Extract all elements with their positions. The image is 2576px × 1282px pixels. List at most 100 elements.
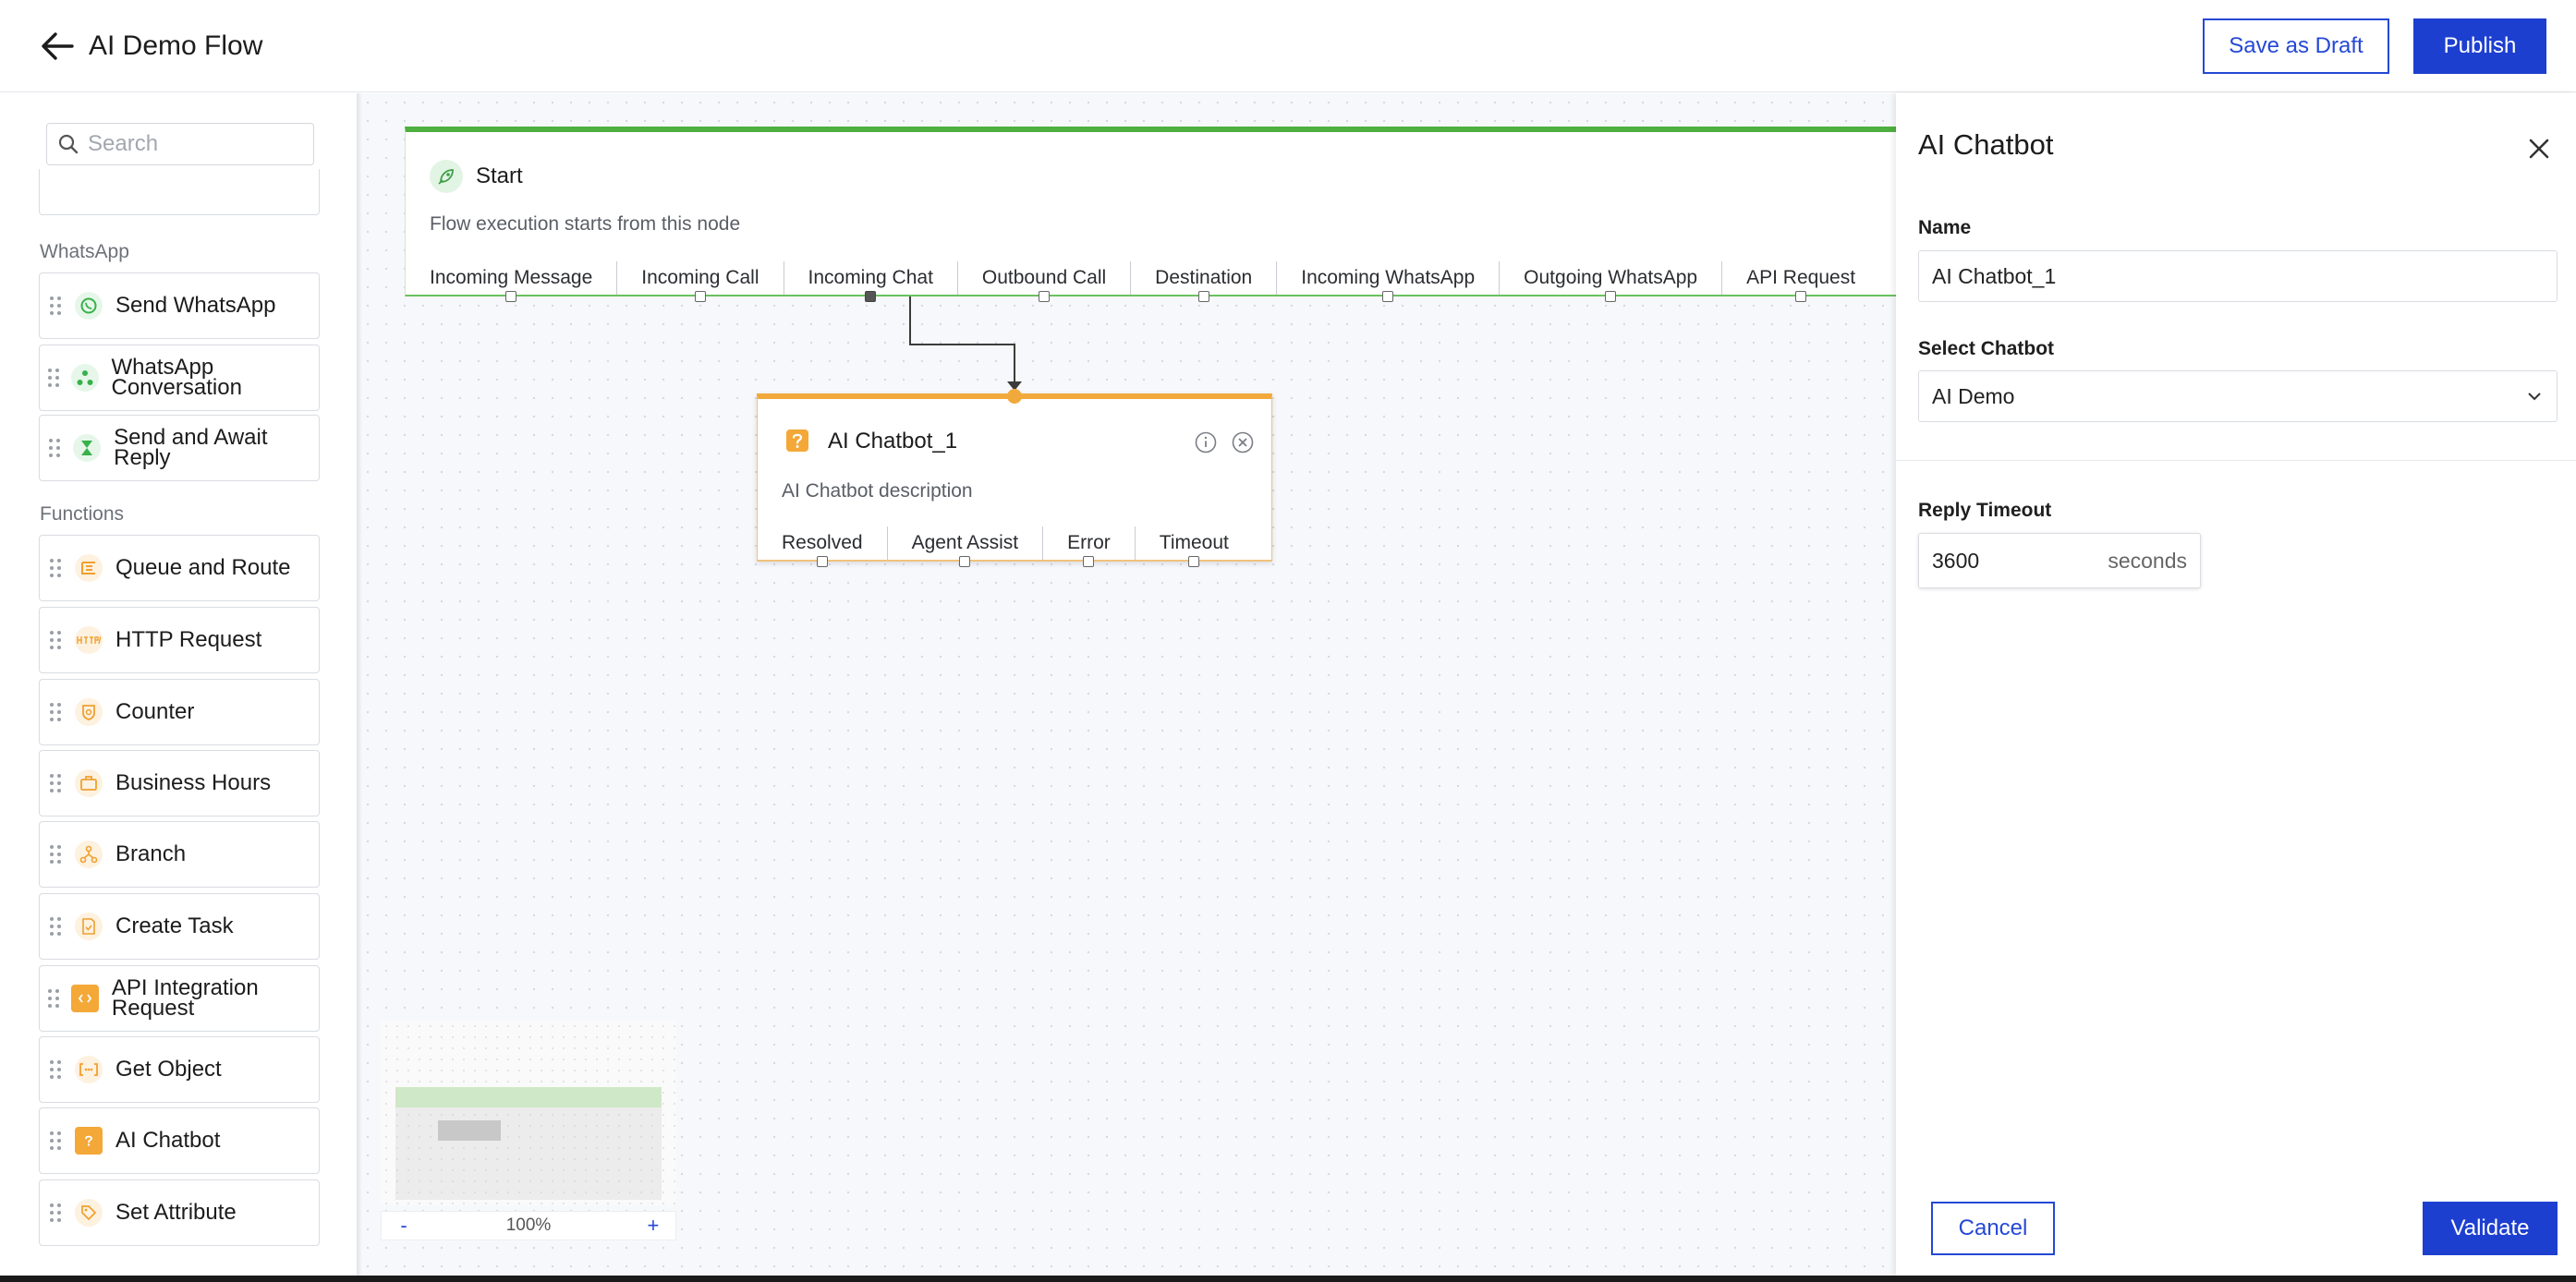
zoom-level: 100% (505, 1215, 552, 1235)
drag-handle-icon[interactable] (40, 916, 71, 937)
remove-node-icon[interactable] (1231, 430, 1255, 454)
drag-handle-icon[interactable] (40, 773, 71, 793)
palette-item-api-integration-request[interactable]: API Integration Request (39, 965, 320, 1032)
app-header: AI Demo Flow Save as Draft Publish (0, 0, 2576, 92)
search-input[interactable] (88, 131, 300, 157)
window-bottom-edge (0, 1276, 2576, 1282)
output-port[interactable] (1605, 291, 1617, 302)
output-port[interactable] (1083, 556, 1095, 567)
palette-item-label: Branch (115, 841, 187, 866)
output-port[interactable] (1382, 291, 1394, 302)
input-port[interactable] (1005, 387, 1024, 405)
name-input[interactable] (1918, 250, 2558, 302)
minimap-viewport[interactable] (395, 1107, 662, 1200)
hourglass-icon (73, 434, 102, 462)
drag-handle-icon[interactable] (40, 368, 67, 388)
output-port[interactable] (1188, 556, 1200, 567)
output-outbound-call: Outbound Call (958, 261, 1132, 302)
section-divider (1896, 460, 2576, 461)
palette-item-whatsapp-conversation[interactable]: WhatsApp Conversation (39, 345, 320, 411)
palette-item-send-and-await-reply[interactable]: Send and Await Reply (39, 415, 320, 481)
publish-button[interactable]: Publish (2413, 18, 2546, 74)
output-port[interactable] (1197, 291, 1209, 302)
output-port[interactable] (865, 291, 877, 302)
cancel-button[interactable]: Cancel (1931, 1202, 2055, 1255)
minimap[interactable] (381, 1021, 676, 1205)
output-label: Resolved (782, 532, 863, 553)
reply-timeout-input[interactable] (1919, 548, 2085, 574)
palette-item-label: Send WhatsApp (115, 293, 276, 318)
queue-icon (75, 554, 103, 582)
palette-item-queue-and-route[interactable]: Queue and Route (39, 535, 320, 601)
palette-item-label: Create Task (115, 913, 234, 938)
drag-handle-icon[interactable] (40, 1131, 71, 1151)
chevron-down-icon (2528, 393, 2541, 401)
name-label: Name (1918, 217, 1972, 238)
ai-node-description: AI Chatbot description (782, 480, 973, 502)
briefcase-icon (75, 769, 103, 797)
output-label: Timeout (1159, 532, 1229, 553)
reply-timeout-label: Reply Timeout (1918, 500, 2052, 521)
output-port[interactable] (816, 556, 828, 567)
palette-item-business-hours[interactable]: Business Hours (39, 750, 320, 816)
palette-item-label: WhatsApp Conversation (111, 355, 242, 400)
palette-item-get-object[interactable]: Get Object (39, 1036, 320, 1103)
drag-handle-icon[interactable] (40, 438, 69, 458)
counter-icon (75, 698, 103, 726)
zoom-in-button[interactable]: + (644, 1214, 662, 1238)
ai-node-title: AI Chatbot_1 (828, 429, 958, 454)
minimap-start-node (395, 1087, 662, 1107)
whatsapp-icon (75, 292, 103, 320)
palette-item-http-request[interactable]: HTTP Request (39, 607, 320, 673)
output-port[interactable] (1795, 291, 1807, 302)
output-label: Outbound Call (981, 267, 1107, 288)
output-label: Incoming Message (430, 267, 593, 288)
start-node-outputs: Incoming Message Incoming Call Incoming … (406, 261, 1879, 302)
select-chatbot-dropdown[interactable]: AI Demo (1918, 370, 2558, 422)
output-incoming-message: Incoming Message (406, 261, 618, 302)
panel-title: AI Chatbot (1918, 128, 2054, 161)
partially-scrolled-item[interactable] (39, 169, 320, 215)
palette-item-label: API Integration Request (111, 975, 259, 1021)
output-destination: Destination (1131, 261, 1278, 302)
palette-item-branch[interactable]: Branch (39, 821, 320, 888)
info-icon[interactable] (1194, 430, 1218, 454)
output-resolved: Resolved (758, 526, 888, 567)
zoom-out-button[interactable]: - (395, 1214, 413, 1238)
drag-handle-icon[interactable] (40, 1203, 71, 1223)
start-node[interactable]: Start Flow execution starts from this no… (405, 127, 1896, 302)
output-label: Agent Assist (911, 532, 1019, 553)
output-port[interactable] (959, 556, 971, 567)
output-label: Incoming Call (641, 267, 759, 288)
output-port[interactable] (1039, 291, 1051, 302)
palette-item-send-whatsapp[interactable]: Send WhatsApp (39, 272, 320, 339)
validate-button[interactable]: Validate (2423, 1202, 2558, 1255)
drag-handle-icon[interactable] (40, 844, 71, 865)
palette-item-label: HTTP Request (115, 627, 262, 652)
palette-item-label: Set Attribute (115, 1200, 237, 1225)
back-arrow-icon[interactable] (37, 26, 78, 67)
output-label: Error (1067, 532, 1111, 553)
palette-item-counter[interactable]: Counter (39, 679, 320, 745)
output-port[interactable] (505, 291, 517, 302)
drag-handle-icon[interactable] (40, 296, 71, 316)
drag-handle-icon[interactable] (40, 702, 71, 722)
ai-chatbot-node[interactable]: AI Chatbot_1 AI Chatbot description Reso… (757, 393, 1272, 567)
flow-canvas[interactable]: Start Flow execution starts from this no… (358, 93, 1896, 1276)
palette-item-label: Send and Await Reply (114, 425, 268, 470)
palette-item-create-task[interactable]: Create Task (39, 893, 320, 960)
save-as-draft-button[interactable]: Save as Draft (2203, 18, 2389, 74)
drag-handle-icon[interactable] (40, 630, 71, 650)
drag-handle-icon[interactable] (40, 558, 71, 578)
drag-handle-icon[interactable] (40, 1059, 71, 1080)
section-label-whatsapp: WhatsApp (40, 241, 129, 262)
output-port[interactable] (694, 291, 706, 302)
sidebar-divider (357, 93, 362, 1276)
start-node-title: Start (476, 163, 523, 188)
palette-item-set-attribute[interactable]: Set Attribute (39, 1179, 320, 1246)
drag-handle-icon[interactable] (40, 988, 67, 1009)
palette-item-ai-chatbot[interactable]: AI Chatbot (39, 1107, 320, 1174)
output-error: Error (1043, 526, 1136, 567)
output-label: Incoming WhatsApp (1301, 267, 1476, 288)
close-icon[interactable] (2522, 132, 2556, 165)
